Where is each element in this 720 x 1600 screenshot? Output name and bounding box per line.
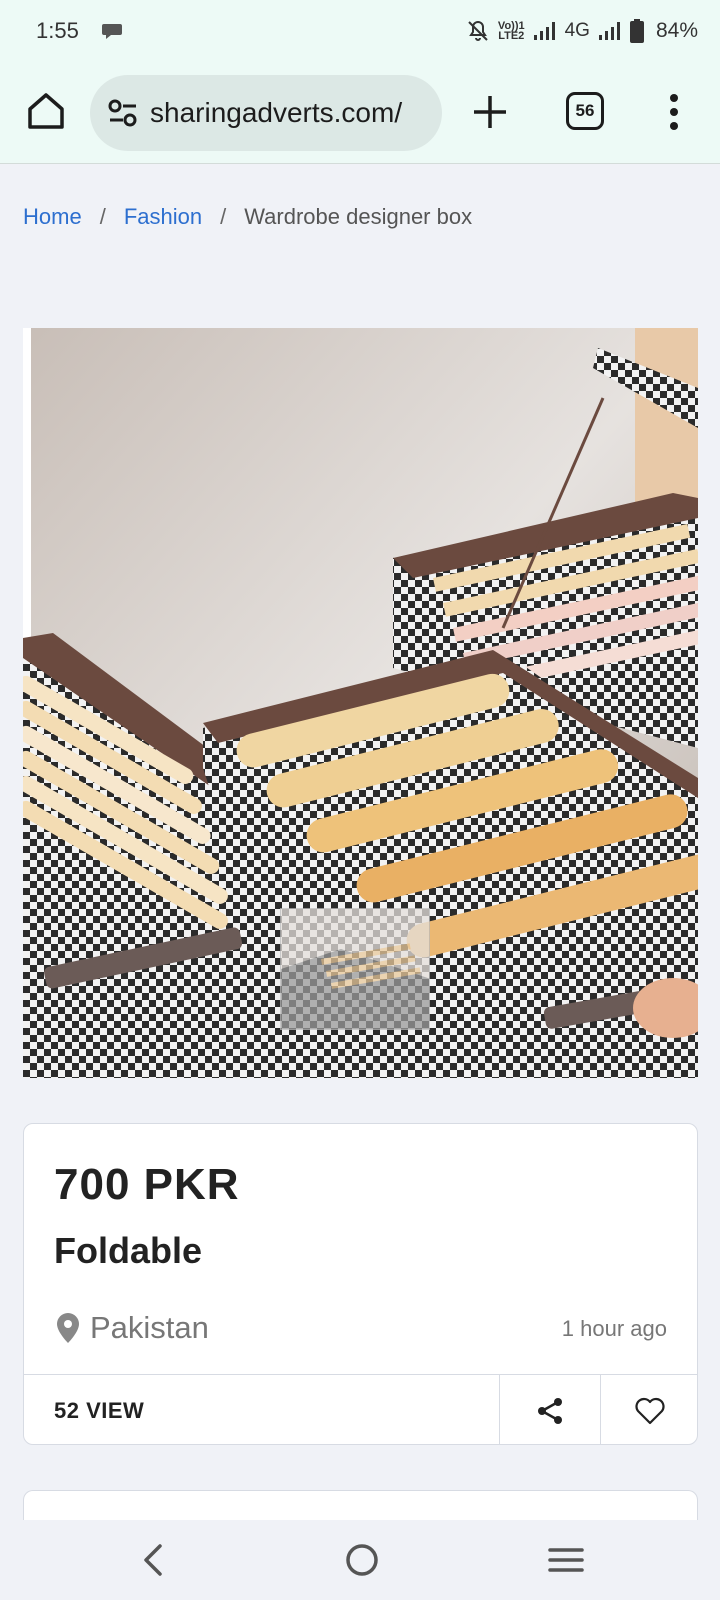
network-type: 4G [564, 20, 590, 41]
back-icon[interactable] [138, 1540, 168, 1580]
breadcrumb-current: Wardrobe designer box [244, 204, 473, 229]
battery-icon [629, 19, 644, 43]
mute-bell-icon [468, 20, 488, 41]
breadcrumb: Home / Fashion / Wardrobe designer box [23, 204, 472, 230]
listing-price: 700 PKR [54, 1160, 240, 1209]
chat-notification-icon [101, 24, 122, 39]
listing-title: Foldable [54, 1230, 203, 1271]
location-text: Pakistan [90, 1310, 209, 1345]
home-icon[interactable] [24, 89, 68, 133]
address-bar[interactable]: sharingadverts.com/ [90, 75, 442, 151]
site-settings-icon[interactable] [108, 99, 138, 127]
volte-line2: LTE2 [498, 30, 525, 42]
status-bar: 1:55 Vo))1 LTE2 4G 84% [0, 0, 720, 62]
battery-percent: 84% [655, 19, 698, 42]
share-icon [538, 1397, 562, 1424]
tab-switcher-button[interactable]: 56 [566, 92, 604, 130]
share-button[interactable] [499, 1375, 600, 1444]
signal-icon-2 [598, 22, 620, 40]
breadcrumb-separator: / [220, 204, 227, 229]
browser-toolbar: sharingadverts.com/ 56 [0, 62, 720, 164]
next-card [23, 1490, 698, 1520]
heart-icon [635, 1397, 665, 1424]
location-pin-icon [57, 1313, 79, 1343]
new-tab-icon[interactable] [470, 92, 510, 132]
view-count: 52 VIEW [54, 1397, 145, 1423]
listing-info-card: 700 PKR Foldable Pakistan 1 hour ago 52 … [23, 1123, 698, 1445]
listing-location: Pakistan [54, 1310, 209, 1346]
home-circle-icon[interactable] [344, 1540, 380, 1580]
url-text: sharingadverts.com/ [150, 97, 403, 128]
system-nav-bar [0, 1520, 720, 1600]
posted-time: 1 hour ago [561, 1316, 667, 1341]
signal-icon [533, 22, 555, 40]
card-footer: 52 VIEW [24, 1374, 697, 1444]
favorite-button[interactable] [600, 1375, 697, 1444]
recents-icon[interactable] [548, 1542, 584, 1578]
breadcrumb-fashion[interactable]: Fashion [124, 204, 202, 230]
status-time: 1:55 [36, 18, 79, 43]
breadcrumb-home[interactable]: Home [23, 204, 82, 230]
breadcrumb-separator: / [99, 204, 106, 229]
more-options-icon[interactable] [664, 92, 684, 132]
image-thumbnail[interactable] [280, 908, 430, 1030]
volte-indicator: Vo))1 LTE2 [498, 21, 525, 42]
